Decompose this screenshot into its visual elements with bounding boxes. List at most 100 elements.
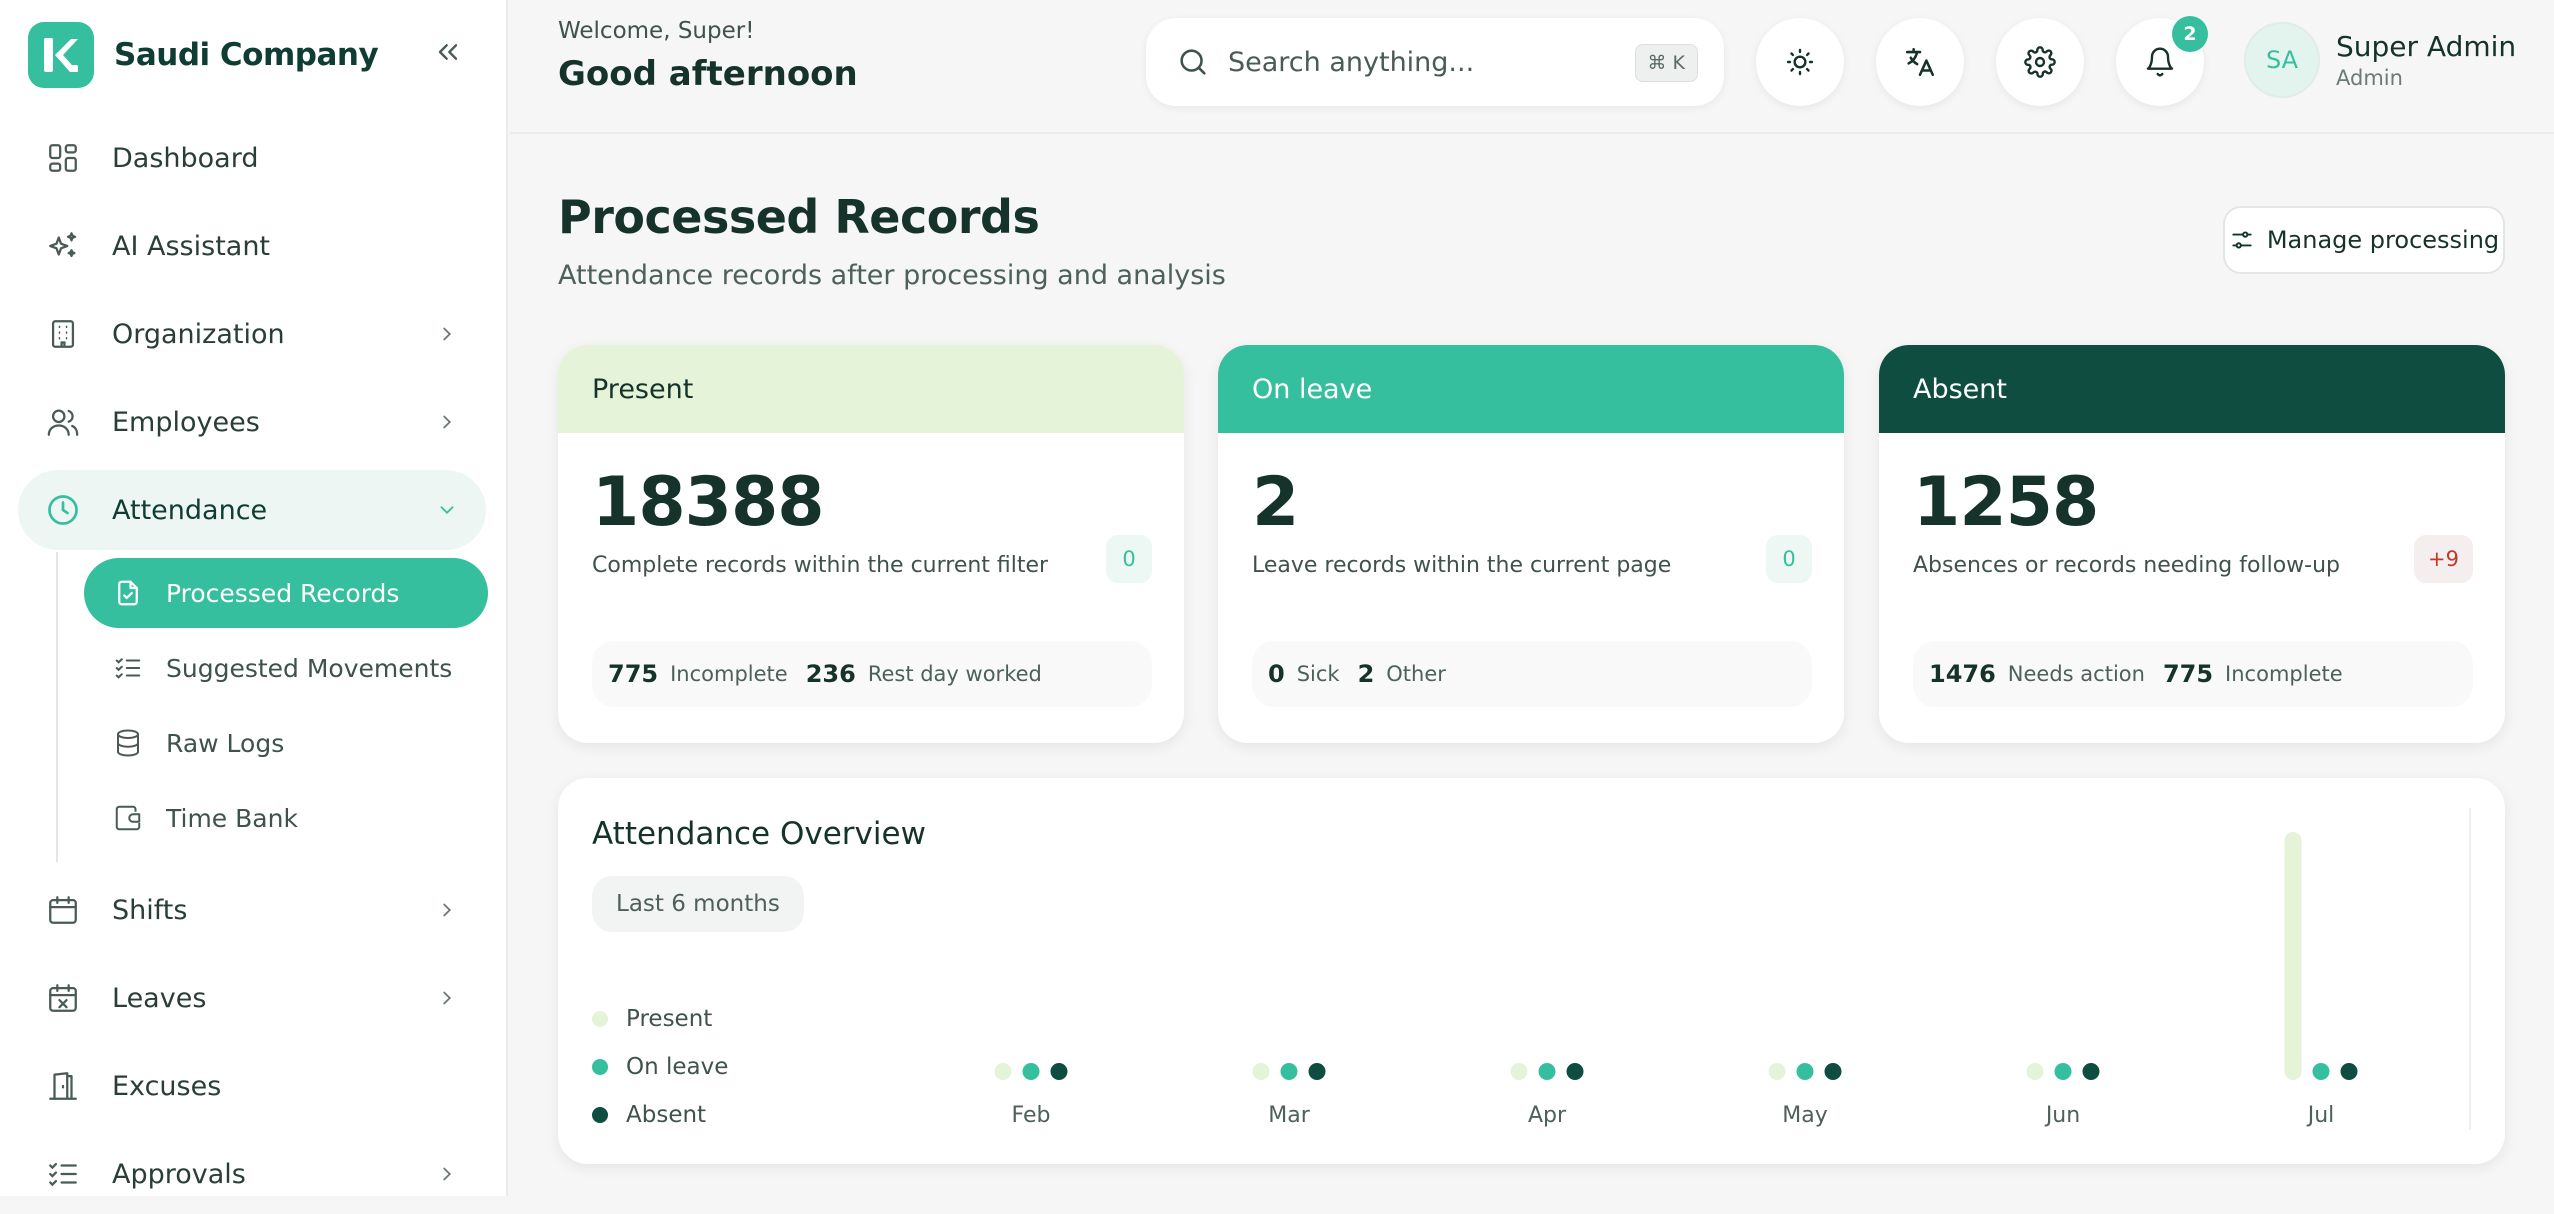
- sun-icon: [1786, 48, 1814, 76]
- bar-jul-on-leave[interactable]: [2312, 1063, 2330, 1080]
- sidebar-subitem-raw-logs[interactable]: Raw Logs: [84, 708, 488, 778]
- bar-jun-on-leave[interactable]: [2054, 1063, 2072, 1080]
- language-button[interactable]: [1876, 18, 1964, 106]
- gear-icon: [2024, 46, 2056, 78]
- sidebar-subitem-processed-records[interactable]: Processed Records: [84, 558, 488, 628]
- sidebar-item-approvals[interactable]: Approvals: [18, 1134, 486, 1214]
- sidebar-item-employees[interactable]: Employees: [18, 382, 486, 462]
- bar-may-absent[interactable]: [1824, 1063, 1842, 1080]
- avatar[interactable]: SA: [2244, 22, 2320, 98]
- on-leave-card: On leave 2 Leave records within the curr…: [1218, 345, 1844, 743]
- stat-label: Needs action: [2007, 662, 2145, 686]
- users-icon: [44, 403, 82, 441]
- stat-label: Sick: [1296, 662, 1340, 686]
- chevron-right-icon: [436, 411, 458, 433]
- theme-toggle-button[interactable]: [1756, 18, 1844, 106]
- card-title: On leave: [1218, 345, 1844, 433]
- x-tick-label: Jun: [2044, 1103, 2080, 1128]
- sidebar: Saudi Company Dashboard AI Assistant Org…: [0, 0, 508, 1196]
- chevron-right-icon: [436, 323, 458, 345]
- database-icon: [112, 727, 144, 759]
- bar-jul-absent[interactable]: [2340, 1063, 2358, 1080]
- stat-value: 1476: [1929, 660, 1996, 688]
- bar-apr-present[interactable]: [1510, 1063, 1528, 1080]
- sidebar-subitem-suggested-movements[interactable]: Suggested Movements: [84, 633, 488, 703]
- user-name[interactable]: Super Admin: [2336, 30, 2516, 63]
- sidebar-item-ai-assistant[interactable]: AI Assistant: [18, 206, 486, 286]
- bar-feb-absent[interactable]: [1050, 1063, 1068, 1080]
- sidebar-item-label: Employees: [112, 406, 260, 438]
- sidebar-item-label: Attendance: [112, 494, 268, 526]
- sliders-icon: [2232, 231, 2252, 249]
- stat-value: 775: [608, 660, 659, 688]
- greeting-text: Good afternoon: [558, 54, 858, 94]
- bar-mar-present[interactable]: [1252, 1063, 1270, 1080]
- sidebar-item-dashboard[interactable]: Dashboard: [18, 118, 486, 198]
- x-tick-label: Apr: [1528, 1103, 1567, 1128]
- card-description: Complete records within the current filt…: [592, 553, 1049, 578]
- bar-mar-absent[interactable]: [1308, 1063, 1326, 1080]
- stat-label: Incomplete: [670, 662, 788, 686]
- x-tick-label: May: [1782, 1103, 1827, 1128]
- card-description: Leave records within the current page: [1252, 553, 1672, 578]
- stat-value: 236: [805, 660, 856, 688]
- sidebar-subitem-label: Processed Records: [166, 578, 400, 608]
- calendar-x-icon: [44, 979, 82, 1017]
- sidebar-item-organization[interactable]: Organization: [18, 294, 486, 374]
- absent-card: Absent 1258 Absences or records needing …: [1879, 345, 2505, 743]
- bell-icon: [2146, 47, 2174, 77]
- attendance-overview-card: Attendance Overview Last 6 months Presen…: [558, 778, 2505, 1164]
- bar-apr-absent[interactable]: [1566, 1063, 1584, 1080]
- brand-name: Saudi Company: [114, 37, 379, 73]
- bar-jul-present[interactable]: [2284, 832, 2302, 1080]
- manage-processing-button[interactable]: Manage processing: [2223, 206, 2505, 274]
- bar-apr-on-leave[interactable]: [1538, 1063, 1556, 1080]
- settings-button[interactable]: [1996, 18, 2084, 106]
- attendance-chart: Feb Mar Apr May Jun Jul: [994, 808, 2471, 1130]
- stat-value: 0: [1268, 660, 1285, 688]
- notifications-button[interactable]: 2: [2116, 16, 2208, 106]
- bar-may-present[interactable]: [1768, 1063, 1786, 1080]
- card-stats: 1476 Needs action 775 Incomplete: [1913, 641, 2473, 707]
- notification-badge: 2: [2172, 16, 2208, 52]
- brand-logo: [28, 22, 94, 88]
- stat-label: Rest day worked: [867, 662, 1042, 686]
- sidebar-subitem-time-bank[interactable]: Time Bank: [84, 783, 488, 853]
- bar-jun-present[interactable]: [2026, 1063, 2044, 1080]
- logo-k-icon: [44, 38, 78, 72]
- sidebar-item-label: Leaves: [112, 982, 207, 1014]
- sidebar-item-label: Organization: [112, 318, 285, 350]
- collapse-sidebar-button[interactable]: [432, 36, 464, 68]
- chevron-right-icon: [436, 899, 458, 921]
- sidebar-item-label: Shifts: [112, 894, 188, 926]
- chevron-down-icon: [436, 499, 458, 521]
- list-check-icon: [112, 652, 144, 684]
- bar-feb-present[interactable]: [994, 1063, 1012, 1080]
- sidebar-item-attendance[interactable]: Attendance: [18, 470, 486, 550]
- card-value: 18388: [592, 463, 825, 542]
- brand[interactable]: Saudi Company: [28, 22, 379, 88]
- search-icon: [1176, 45, 1210, 79]
- bar-may-on-leave[interactable]: [1796, 1063, 1814, 1080]
- wallet-icon: [112, 802, 144, 834]
- card-title: Absent: [1879, 345, 2505, 433]
- sidebar-item-label: Dashboard: [112, 142, 259, 174]
- x-tick-label: Mar: [1268, 1103, 1310, 1128]
- list-check-icon: [44, 1155, 82, 1193]
- sidebar-item-label: Excuses: [112, 1070, 222, 1102]
- sidebar-item-leaves[interactable]: Leaves: [18, 958, 486, 1038]
- bar-feb-on-leave[interactable]: [1022, 1063, 1040, 1080]
- sidebar-item-excuses[interactable]: Excuses: [18, 1046, 486, 1126]
- card-title: Present: [558, 345, 1184, 433]
- sparkles-icon: [44, 227, 82, 265]
- dashboard-icon: [44, 139, 82, 177]
- bar-mar-on-leave[interactable]: [1280, 1063, 1298, 1080]
- building-icon: [44, 315, 82, 353]
- user-role: Admin: [2336, 66, 2403, 90]
- sidebar-subitem-label: Raw Logs: [166, 728, 285, 758]
- page-title: Processed Records: [558, 190, 1040, 244]
- sidebar-item-shifts[interactable]: Shifts: [18, 870, 486, 950]
- search-input[interactable]: Search anything... ⌘ K: [1146, 18, 1724, 106]
- bar-jun-absent[interactable]: [2082, 1063, 2100, 1080]
- card-value: 1258: [1913, 463, 2099, 542]
